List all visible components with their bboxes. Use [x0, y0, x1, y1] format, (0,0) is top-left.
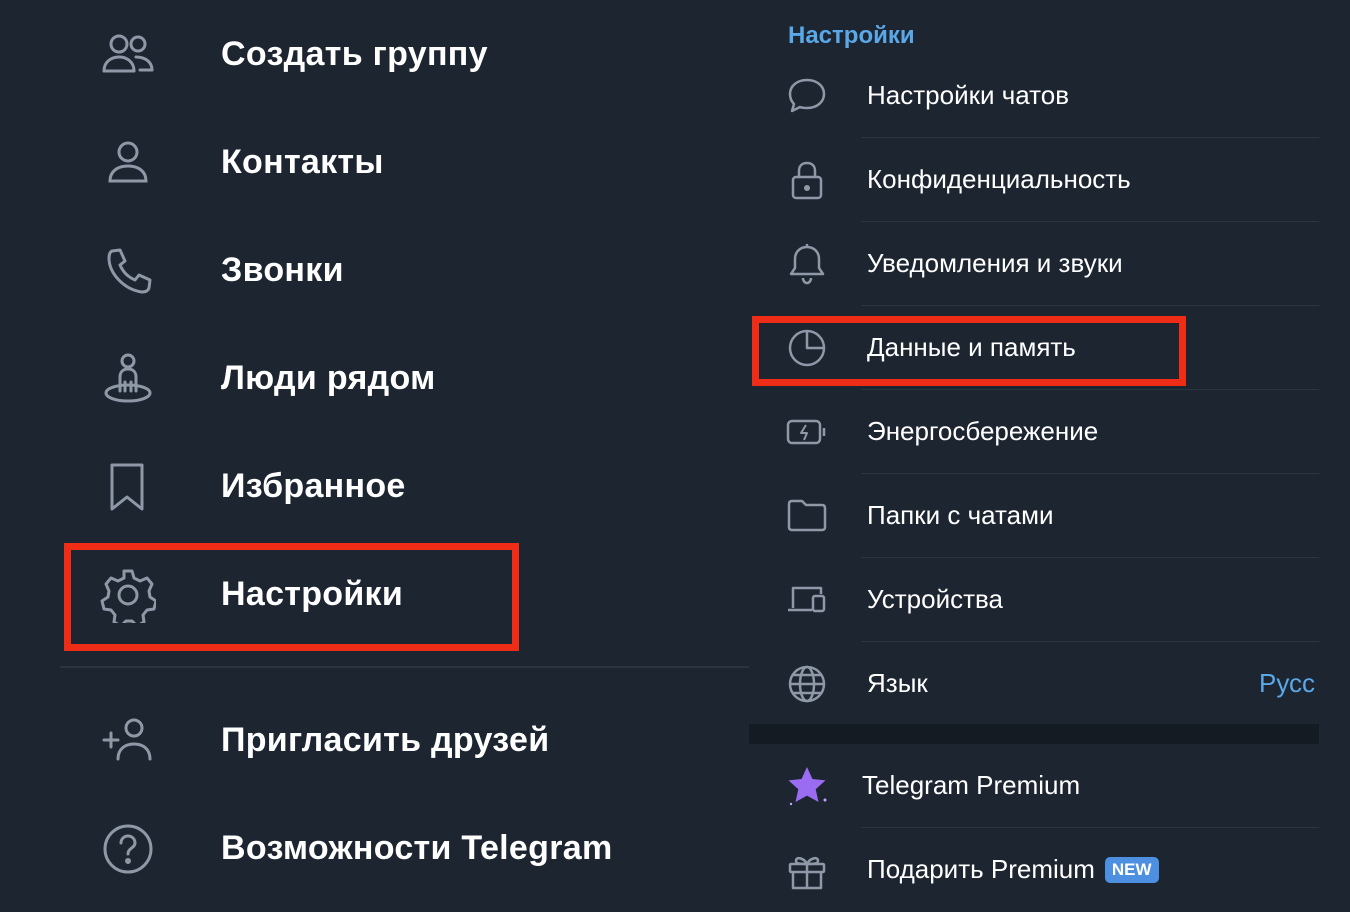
drawer-item-label: Возможности Telegram [221, 829, 613, 867]
drawer-item-label: Избранное [221, 467, 406, 505]
settings-item-label: Папки с чатами [867, 500, 1054, 530]
settings-item-label-wrap: Подарить Premium NEW [867, 854, 1159, 885]
drawer-item-saved[interactable]: Избранное [0, 437, 750, 537]
bookmark-icon [100, 459, 156, 515]
settings-item-notifications[interactable]: Уведомления и звуки [749, 222, 1319, 306]
drawer-item-create-group[interactable]: Создать группу [0, 5, 750, 105]
drawer-item-label: Контакты [221, 143, 384, 181]
globe-icon [785, 662, 829, 706]
drawer-item-label: Создать группу [221, 35, 488, 73]
settings-item-label: Подарить Premium [867, 854, 1095, 884]
help-icon [100, 821, 156, 877]
settings-panel: Настройки Настройки чатов Конфиденциальн… [749, 0, 1350, 900]
settings-item-devices[interactable]: Устройства [749, 558, 1319, 642]
drawer-item-label: Люди рядом [221, 359, 436, 397]
settings-item-power-saving[interactable]: Энергосбережение [749, 390, 1319, 474]
settings-item-label: Конфиденциальность [867, 164, 1131, 194]
settings-item-chat-folders[interactable]: Папки с чатами [749, 474, 1319, 558]
highlight-box-settings [64, 543, 519, 651]
settings-item-label: Уведомления и звуки [867, 248, 1123, 278]
highlight-box-data-storage [752, 316, 1186, 386]
settings-item-privacy[interactable]: Конфиденциальность [749, 138, 1319, 222]
settings-item-label: Энергосбережение [867, 416, 1099, 446]
drawer-item-label: Звонки [221, 251, 344, 289]
drawer-item-calls[interactable]: Звонки [0, 221, 750, 321]
add-user-icon [100, 713, 156, 769]
settings-header: Настройки [788, 22, 915, 49]
battery-icon [785, 410, 829, 454]
drawer-divider [60, 666, 750, 668]
settings-item-label: Устройства [867, 584, 1004, 614]
drawer-item-people-nearby[interactable]: Люди рядом [0, 329, 750, 429]
group-icon [100, 27, 156, 83]
settings-item-label: Язык [867, 668, 928, 698]
drawer-item-telegram-features[interactable]: Возможности Telegram [0, 799, 750, 899]
devices-icon [785, 578, 829, 622]
folder-icon [785, 494, 829, 538]
new-badge: NEW [1104, 857, 1159, 883]
settings-item-language[interactable]: Язык Русс [749, 642, 1319, 726]
language-value: Русс [1259, 668, 1316, 698]
chat-bubble-icon [785, 74, 829, 118]
premium-star-icon [785, 764, 829, 808]
settings-item-label: Telegram Premium [862, 770, 1081, 800]
drawer-item-label: Пригласить друзей [221, 721, 550, 759]
drawer-item-contacts[interactable]: Контакты [0, 113, 750, 213]
contact-icon [100, 135, 156, 191]
phone-icon [100, 243, 156, 299]
settings-item-telegram-premium[interactable]: Telegram Premium [749, 744, 1319, 828]
bell-icon [785, 242, 829, 286]
settings-item-chat-settings[interactable]: Настройки чатов [749, 54, 1319, 138]
section-gap [749, 724, 1319, 744]
drawer-item-invite-friends[interactable]: Пригласить друзей [0, 691, 750, 791]
settings-item-gift-premium[interactable]: Подарить Premium NEW [749, 828, 1319, 912]
settings-item-label: Настройки чатов [867, 80, 1070, 110]
people-nearby-icon [100, 351, 156, 407]
gift-icon [785, 848, 829, 892]
navigation-drawer: Создать группу Контакты Звонки Люди рядо… [0, 0, 750, 900]
lock-icon [785, 158, 829, 202]
